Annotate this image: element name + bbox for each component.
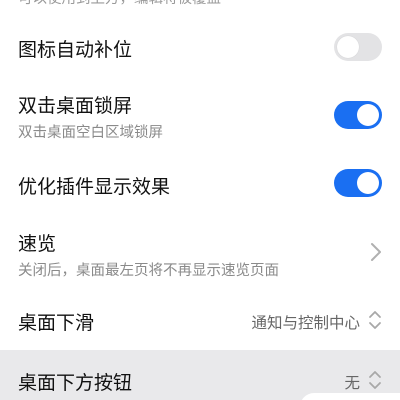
optimize-widgets-toggle[interactable] [334, 169, 382, 197]
double-tap-lock-toggle[interactable] [334, 101, 382, 129]
swipe-down-value: 通知与控制中心 [251, 314, 360, 332]
overview-row[interactable]: 速览 关闭后，桌面最左页将不再显示速览页面 [0, 216, 400, 292]
popup-menu-edge [300, 393, 400, 400]
partial-row: 可以使用到上方，编辑将被覆盖 [0, 0, 400, 20]
toggle-knob [337, 36, 359, 58]
bottom-button-title: 桌面下方按钮 [18, 372, 133, 394]
swipe-down-title: 桌面下滑 [18, 312, 95, 334]
settings-page: 可以使用到上方，编辑将被覆盖 图标自动补位 双击桌面锁屏 双击桌面空白区域锁屏 … [0, 0, 400, 400]
bottom-button-value: 无 [344, 374, 360, 392]
icon-auto-fill-toggle[interactable] [334, 33, 382, 61]
toggle-knob [357, 104, 379, 126]
icon-auto-fill-row[interactable]: 图标自动补位 [0, 20, 400, 76]
chevron-right-icon [371, 243, 381, 261]
overview-subtitle: 关闭后，桌面最左页将不再显示速览页面 [18, 263, 279, 279]
double-tap-lock-row[interactable]: 双击桌面锁屏 双击桌面空白区域锁屏 [0, 80, 400, 152]
toggle-knob [357, 172, 379, 194]
optimize-widgets-title: 优化插件显示效果 [18, 176, 171, 198]
double-tap-lock-subtitle: 双击桌面空白区域锁屏 [18, 125, 163, 141]
icon-auto-fill-title: 图标自动补位 [18, 39, 133, 61]
up-down-arrows-icon [369, 311, 381, 329]
overview-title: 速览 [18, 233, 57, 255]
double-tap-lock-title: 双击桌面锁屏 [18, 95, 133, 117]
swipe-down-row[interactable]: 桌面下滑 通知与控制中心 [0, 292, 400, 348]
partial-row-title: 可以使用到上方，编辑将被覆盖 [18, 0, 221, 8]
optimize-widgets-row[interactable]: 优化插件显示效果 [0, 156, 400, 212]
up-down-arrows-icon [369, 371, 381, 389]
settings-card: 可以使用到上方，编辑将被覆盖 图标自动补位 双击桌面锁屏 双击桌面空白区域锁屏 … [0, 0, 400, 400]
